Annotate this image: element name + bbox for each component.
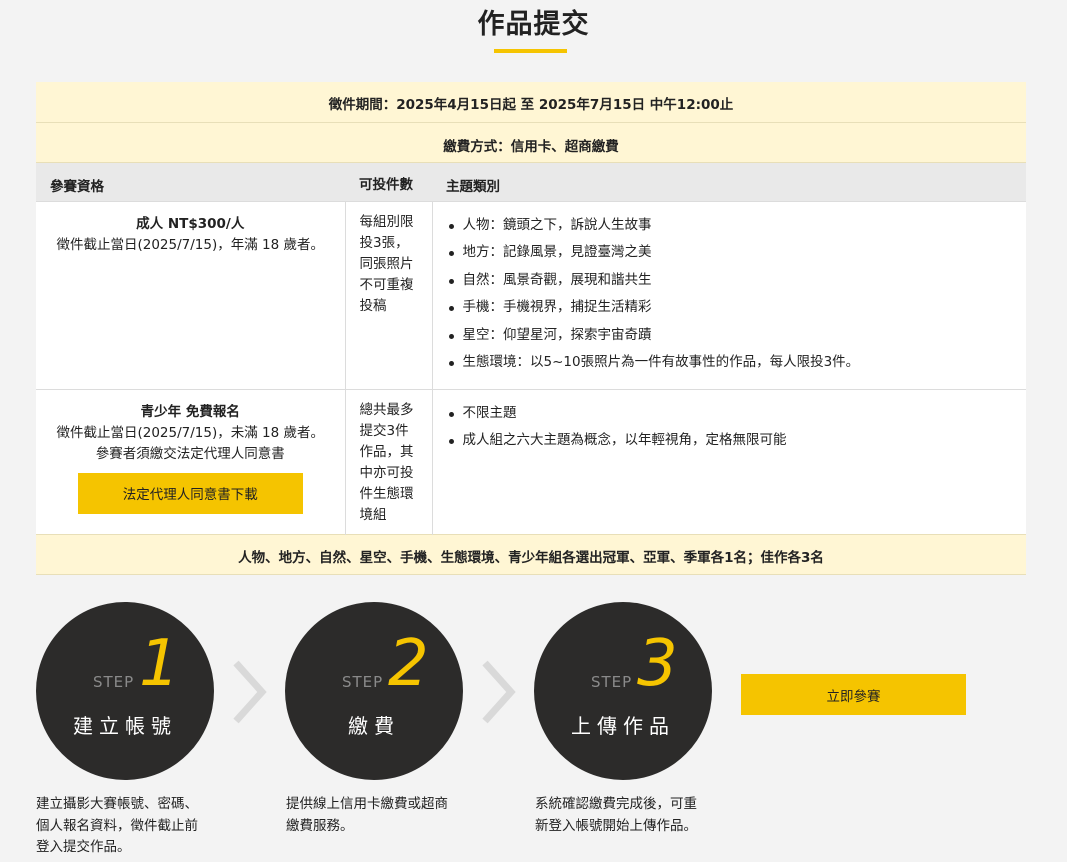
adult-entries-line: 同張照片 xyxy=(359,255,414,272)
youth-topics-cell: 不限主題 成人組之六大主題為概念，以年輕視角，定格無限可能 xyxy=(432,388,1026,534)
youth-condition: 徵件截止當日(2025/7/15)，未滿 18 歲者。 xyxy=(56,424,324,441)
adult-topic-list: 人物：鏡頭之下，訴說人生故事 地方：記錄風景，見證臺灣之美 自然：風景奇觀，展現… xyxy=(447,212,1013,377)
list-item: 人物：鏡頭之下，訴說人生故事 xyxy=(447,212,1013,240)
step-desc-line: 個人報名資料，徵件截止前 xyxy=(36,817,198,834)
table-header-row: 參賽資格 可投件數 主題類別 xyxy=(36,162,1026,201)
youth-entries-line: 中亦可投 xyxy=(359,464,414,481)
step-number: 2 xyxy=(388,627,429,701)
youth-entries-cell: 總共最多 提交3件 作品，其 中亦可投 件生態環 境組 xyxy=(344,388,433,534)
awards-text: 人物、地方、自然、星空、手機、生態環境、青少年組各選出冠軍、亞軍、季軍各1名；佳… xyxy=(36,533,1026,575)
adult-entries-line: 每組別限 xyxy=(359,213,414,230)
header-entries: 可投件數 xyxy=(345,162,432,201)
list-item: 手機：手機視界，捕捉生活精彩 xyxy=(447,294,1013,322)
adult-condition: 徵件截止當日(2025/7/15)，年滿 18 歲者。 xyxy=(56,236,324,253)
youth-entries-line: 提交3件 xyxy=(359,422,409,439)
submission-period: 徵件期間：2025年4月15日起 至 2025年7月15日 中午12:00止 xyxy=(36,82,1026,123)
adult-entries-line: 投稿 xyxy=(359,297,387,314)
adult-topics-cell: 人物：鏡頭之下，訴說人生故事 地方：記錄風景，見證臺灣之美 自然：風景奇觀，展現… xyxy=(432,200,1026,389)
step-label: 建立帳號 xyxy=(73,714,177,738)
awards-row: 人物、地方、自然、星空、手機、生態環境、青少年組各選出冠軍、亞軍、季軍各1名；佳… xyxy=(36,533,1026,575)
youth-entries-line: 件生態環 xyxy=(359,485,414,502)
header-eligibility: 參賽資格 xyxy=(36,162,345,201)
list-item: 星空：仰望星河，探索宇宙奇蹟 xyxy=(447,322,1013,350)
adult-title: 成人 NT$300/人 xyxy=(136,215,245,232)
step-number: 1 xyxy=(139,627,180,701)
consent-form-download-button[interactable]: 法定代理人同意書下載 xyxy=(77,472,303,514)
step-1-description: 建立攝影大賽帳號、密碼、 個人報名資料，徵件截止前 登入提交作品。 xyxy=(36,794,198,859)
youth-title: 青少年 免費報名 xyxy=(140,403,240,420)
list-item: 成人組之六大主題為概念，以年輕視角，定格無限可能 xyxy=(447,427,1013,455)
step-desc-line: 系統確認繳費完成後，可重 xyxy=(535,796,697,812)
adult-entries-line: 投3張， xyxy=(359,234,409,251)
step-desc-line: 建立攝影大賽帳號、密碼、 xyxy=(36,796,198,812)
youth-row: 青少年 免費報名 徵件截止當日(2025/7/15)，未滿 18 歲者。 參賽者… xyxy=(36,388,1026,534)
join-now-button[interactable]: 立即參賽 xyxy=(741,674,966,715)
list-item: 地方：記錄風景，見證臺灣之美 xyxy=(447,239,1013,267)
step-3-circle: STEP 3 上傳作品 xyxy=(534,602,712,780)
title-underline xyxy=(494,49,567,53)
step-word: STEP xyxy=(591,673,633,691)
adult-eligibility-cell: 成人 NT$300/人 徵件截止當日(2025/7/15)，年滿 18 歲者。 xyxy=(36,200,345,389)
page-title: 作品提交 xyxy=(477,9,590,40)
list-item: 生態環境：以5~10張照片為一件有故事性的作品，每人限投3件。 xyxy=(447,349,1013,377)
youth-note: 參賽者須繳交法定代理人同意書 xyxy=(95,445,285,462)
step-2-description: 提供線上信用卡繳費或超商 繳費服務。 xyxy=(286,794,448,837)
chevron-right-icon xyxy=(482,660,516,724)
step-number: 3 xyxy=(637,627,678,701)
youth-entries-line: 境組 xyxy=(359,506,387,523)
step-desc-line: 新登入帳號開始上傳作品。 xyxy=(535,817,697,834)
list-item: 自然：風景奇觀，展現和諧共生 xyxy=(447,267,1013,295)
step-label: 繳費 xyxy=(348,714,400,738)
chevron-right-icon xyxy=(233,660,267,724)
payment-row: 繳費方式：信用卡、超商繳費 xyxy=(36,122,1026,163)
payment-methods: 繳費方式：信用卡、超商繳費 xyxy=(36,122,1026,163)
youth-eligibility-cell: 青少年 免費報名 徵件截止當日(2025/7/15)，未滿 18 歲者。 參賽者… xyxy=(36,388,345,534)
step-label: 上傳作品 xyxy=(571,714,675,738)
adult-entries-cell: 每組別限 投3張， 同張照片 不可重複 投稿 xyxy=(344,200,433,389)
youth-entries-line: 總共最多 xyxy=(359,401,414,418)
step-word: STEP xyxy=(342,673,384,691)
step-3-description: 系統確認繳費完成後，可重 新登入帳號開始上傳作品。 xyxy=(535,794,697,837)
youth-topic-list: 不限主題 成人組之六大主題為概念，以年輕視角，定格無限可能 xyxy=(447,400,1013,455)
youth-entries-line: 作品，其 xyxy=(359,443,414,460)
header-categories: 主題類別 xyxy=(432,162,1026,201)
contest-info-table: 徵件期間：2025年4月15日起 至 2025年7月15日 中午12:00止 繳… xyxy=(36,82,1026,575)
step-desc-line: 登入提交作品。 xyxy=(36,839,131,855)
step-1-circle: STEP 1 建立帳號 xyxy=(36,602,214,780)
adult-row: 成人 NT$300/人 徵件截止當日(2025/7/15)，年滿 18 歲者。 … xyxy=(36,200,1026,389)
step-word: STEP xyxy=(93,673,135,691)
list-item: 不限主題 xyxy=(447,400,1013,428)
period-row: 徵件期間：2025年4月15日起 至 2025年7月15日 中午12:00止 xyxy=(36,82,1026,123)
step-2-circle: STEP 2 繳費 xyxy=(285,602,463,780)
step-desc-line: 繳費服務。 xyxy=(286,817,354,834)
step-desc-line: 提供線上信用卡繳費或超商 xyxy=(286,796,448,812)
adult-entries-line: 不可重複 xyxy=(359,276,414,293)
